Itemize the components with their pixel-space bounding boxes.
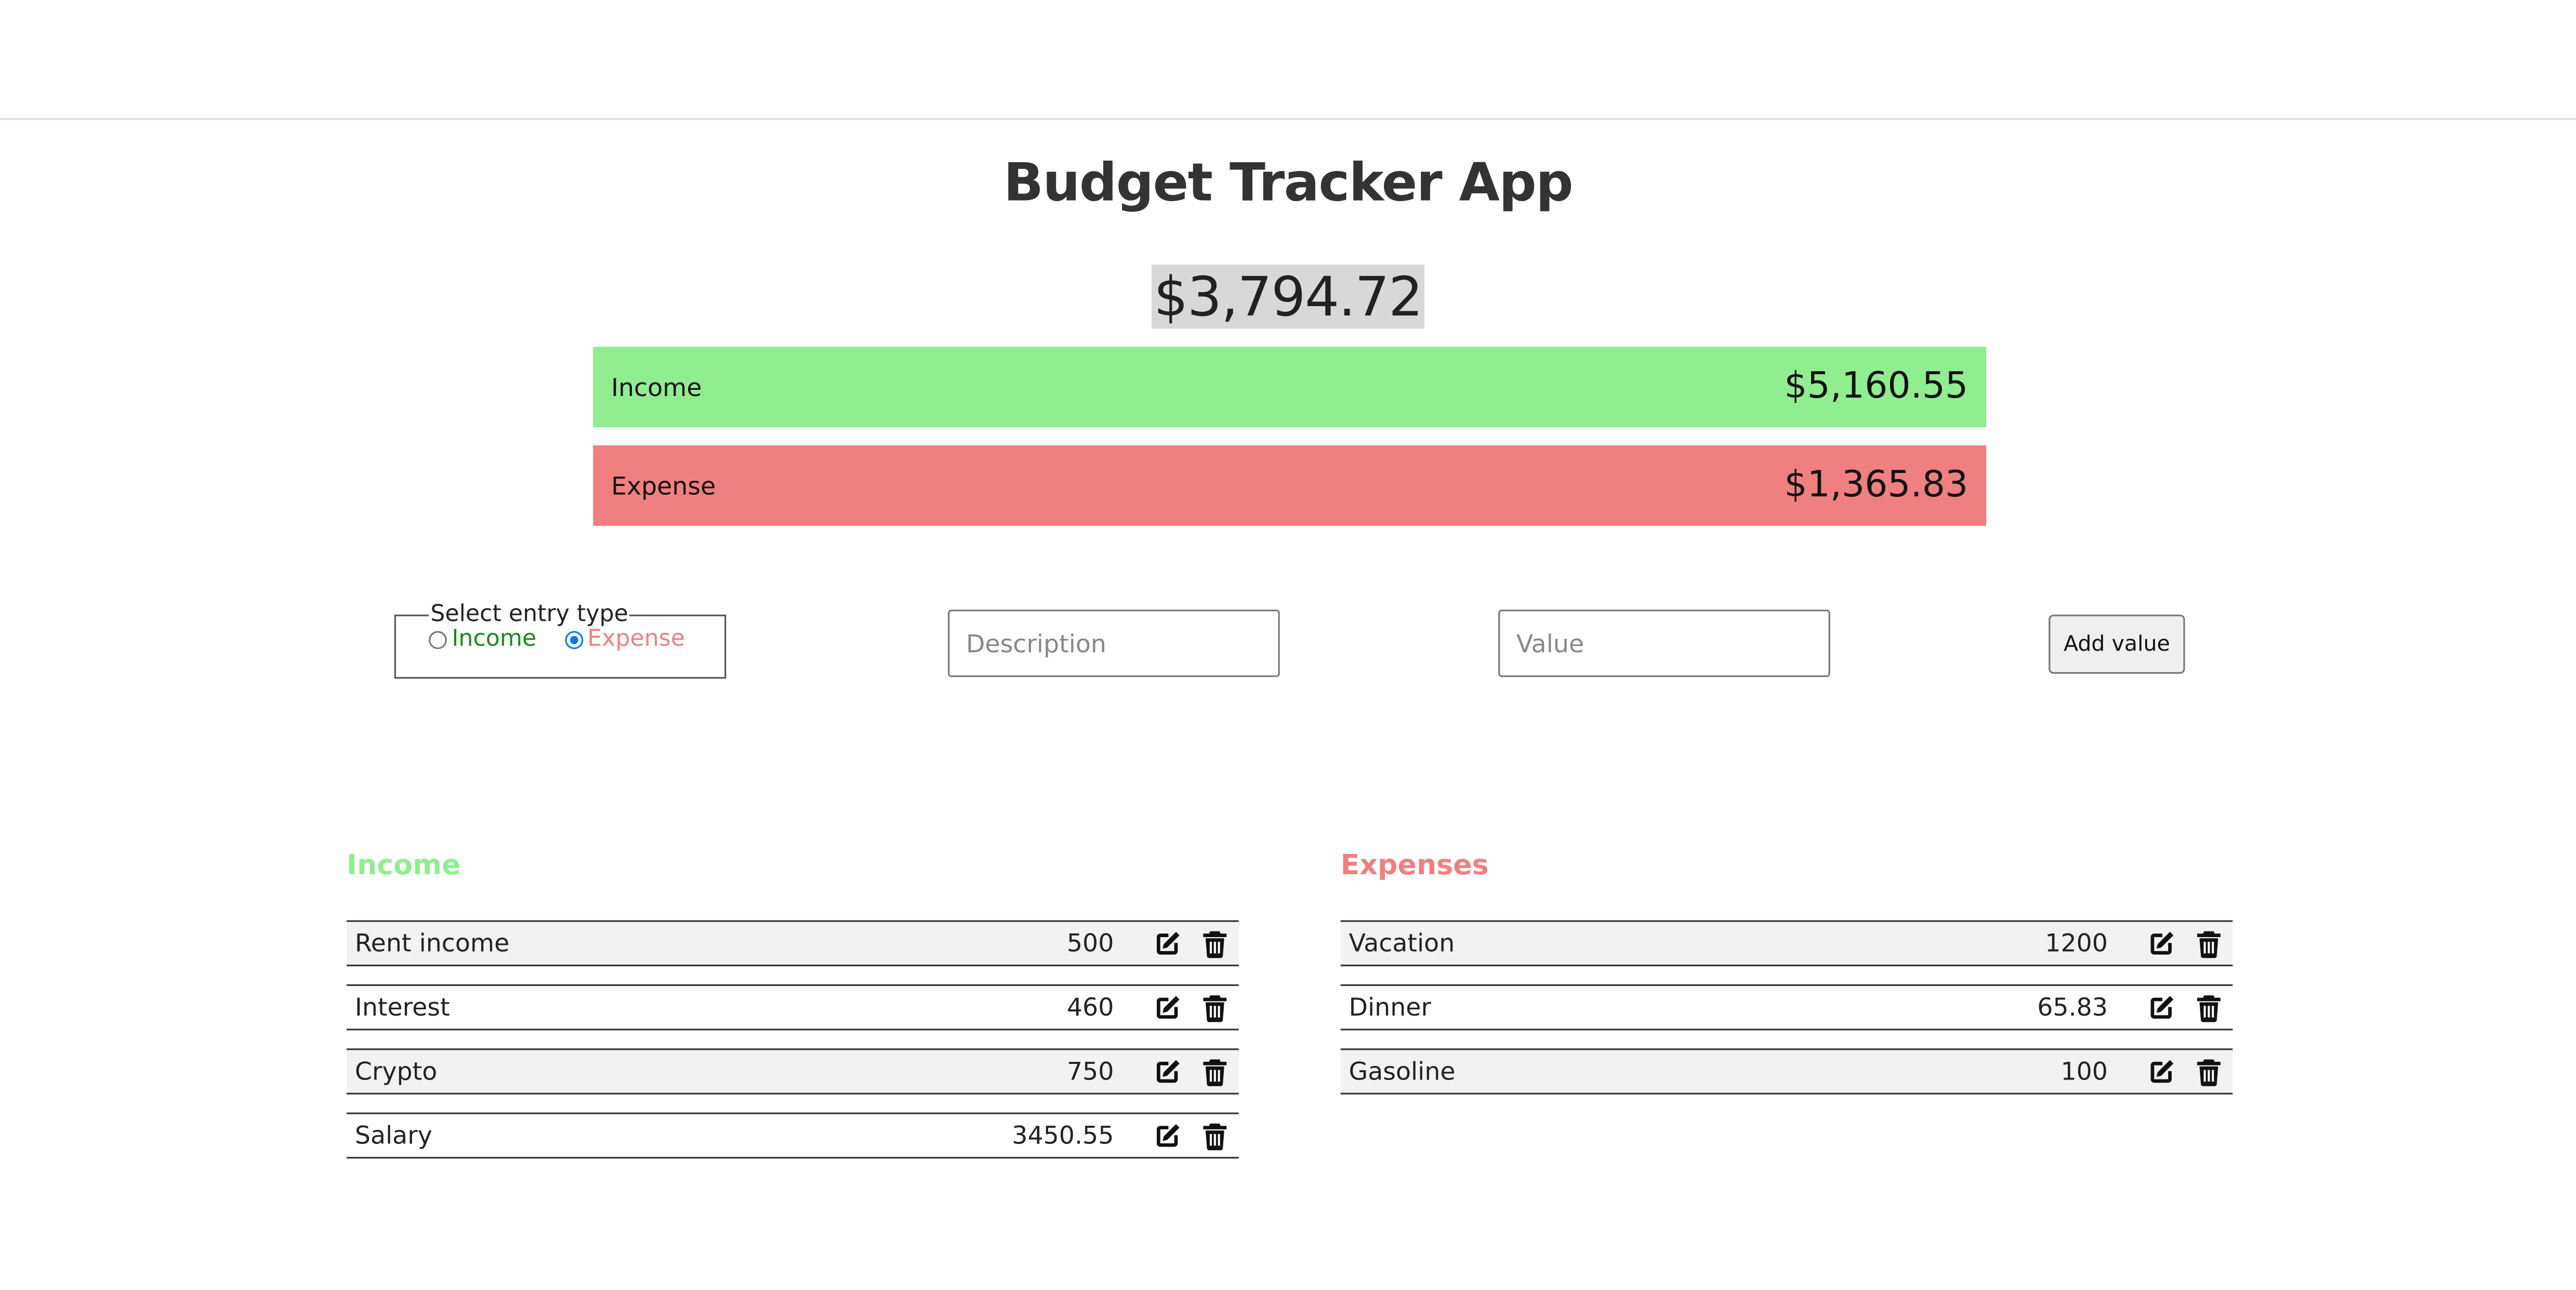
trash-icon[interactable] — [2193, 993, 2223, 1022]
description-input[interactable]: Description — [948, 610, 1280, 677]
entry-value: 460 — [1066, 992, 1114, 1022]
entry-description: Vacation — [1349, 928, 1455, 958]
edit-icon[interactable] — [2146, 993, 2175, 1022]
expense-list: Vacation 1200 Dinner 65.83 Gasoline 100 — [1340, 920, 2233, 1113]
balance-container: $3,794.72 — [0, 265, 2576, 329]
balance-value: $3,794.72 — [1152, 265, 1424, 329]
entry-value: 750 — [1066, 1057, 1114, 1086]
edit-icon[interactable] — [1152, 1121, 1181, 1150]
trash-icon[interactable] — [1199, 1057, 1229, 1086]
list-item: Gasoline 100 — [1340, 1048, 2233, 1095]
entry-value: 65.83 — [2037, 992, 2108, 1022]
income-summary-label: Income — [611, 372, 702, 402]
entry-value: 100 — [2060, 1057, 2108, 1086]
entry-description: Interest — [354, 992, 450, 1022]
entry-description: Dinner — [1349, 992, 1431, 1022]
edit-icon[interactable] — [2146, 928, 2175, 958]
trash-icon[interactable] — [2193, 1057, 2223, 1086]
entry-value: 1200 — [2045, 928, 2108, 958]
budget-app: Budget Tracker App $3,794.72 Income $5,1… — [0, 0, 2576, 1290]
value-placeholder: Value — [1516, 628, 1584, 659]
list-item: Interest 460 — [347, 984, 1239, 1031]
trash-icon[interactable] — [2193, 928, 2223, 958]
expense-list-heading: Expenses — [1340, 849, 1489, 883]
entry-value: 3450.55 — [1012, 1121, 1114, 1151]
list-item: Dinner 65.83 — [1340, 984, 2233, 1031]
list-item: Rent income 500 — [347, 920, 1239, 967]
edit-icon[interactable] — [1152, 1057, 1181, 1086]
description-placeholder: Description — [966, 628, 1106, 659]
page-title: Budget Tracker App — [1003, 151, 1574, 214]
expense-radio-label[interactable]: Expense — [587, 626, 685, 653]
entry-description: Rent income — [354, 928, 510, 958]
expense-summary-bar: Expense $1,365.83 — [593, 445, 1987, 526]
income-summary-bar: Income $5,160.55 — [593, 347, 1987, 428]
expense-radio[interactable] — [564, 630, 583, 649]
entry-type-legend: Select entry type — [430, 601, 628, 628]
entry-type-options: Income Expense — [429, 626, 724, 653]
add-value-button[interactable]: Add value — [2049, 614, 2185, 674]
entry-description: Salary — [354, 1121, 432, 1151]
entry-type-fieldset: Select entry type Income Expense — [394, 601, 726, 679]
edit-icon[interactable] — [2146, 1057, 2175, 1086]
value-input[interactable]: Value — [1498, 610, 1830, 677]
list-item: Crypto 750 — [347, 1048, 1239, 1095]
income-summary-value: $5,160.55 — [1784, 366, 1969, 408]
entry-description: Crypto — [354, 1057, 438, 1086]
entry-value: 500 — [1066, 928, 1114, 958]
trash-icon[interactable] — [1199, 993, 1229, 1022]
header-divider — [0, 118, 2576, 120]
expense-summary-label: Expense — [611, 470, 716, 501]
trash-icon[interactable] — [1199, 1121, 1229, 1150]
income-list-heading: Income — [347, 849, 461, 883]
edit-icon[interactable] — [1152, 928, 1181, 958]
list-item: Salary 3450.55 — [347, 1112, 1239, 1159]
entry-description: Gasoline — [1349, 1057, 1456, 1086]
list-item: Vacation 1200 — [1340, 920, 2233, 967]
trash-icon[interactable] — [1199, 928, 1229, 958]
income-radio-label[interactable]: Income — [452, 626, 536, 653]
income-list: Rent income 500 Interest 460 Crypto 750 — [347, 920, 1239, 1177]
expense-summary-value: $1,365.83 — [1784, 465, 1969, 506]
edit-icon[interactable] — [1152, 993, 1181, 1022]
income-radio[interactable] — [429, 630, 447, 649]
